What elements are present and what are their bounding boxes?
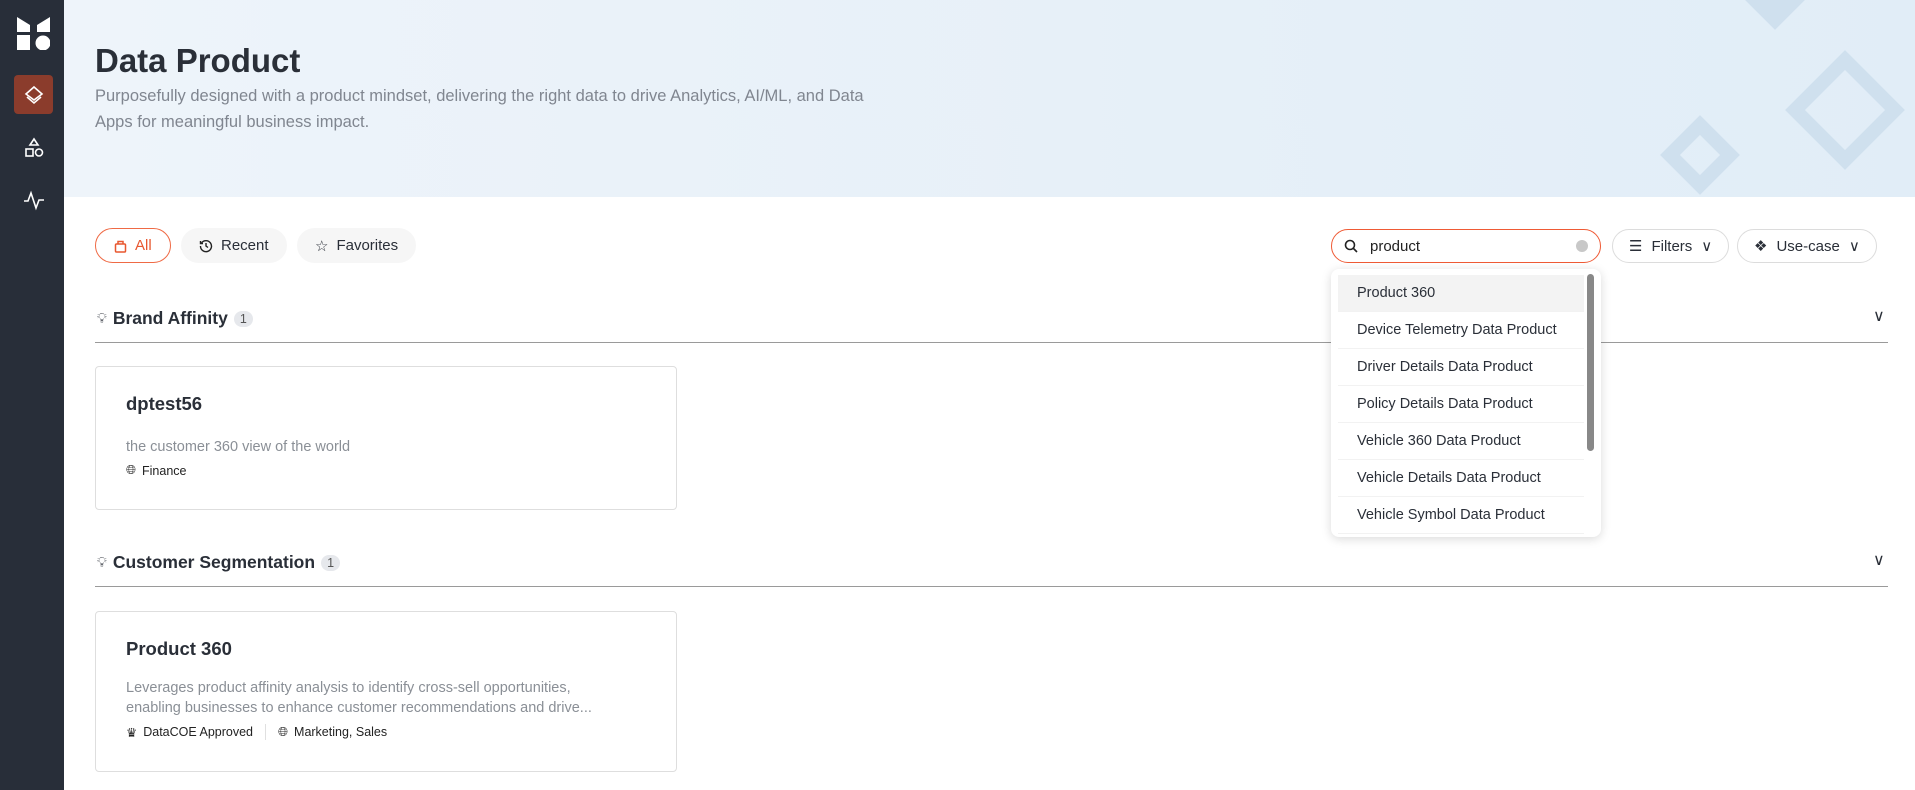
card-description: the customer 360 view of the world [126,439,351,455]
dropdown-scrollbar[interactable] [1587,274,1594,451]
use-case-button[interactable]: ❖ Use-case ∨ [1737,229,1877,263]
sidebar-item-data-products[interactable] [14,75,53,114]
tab-recent[interactable]: Recent [181,228,287,263]
page-header: Data Product Purposefully designed with … [64,0,1915,197]
tab-favorites[interactable]: ☆ Favorites [297,228,417,263]
search-suggestions-dropdown: Product 360 Device Telemetry Data Produc… [1331,269,1601,537]
page-title: Data Product [95,42,301,79]
chevron-down-icon: ∨ [1848,238,1860,255]
chevron-down-icon[interactable]: ∨ [1873,550,1885,570]
sidebar-item-activity[interactable] [14,180,53,219]
app-logo [17,17,50,50]
card-description: Leverages product affinity analysis to i… [126,680,592,716]
card-domain: Marketing, Sales [294,725,388,739]
search-icon [1344,239,1358,253]
tab-all[interactable]: All [95,228,171,263]
count-badge: 1 [233,310,253,327]
chevron-down-icon: ∨ [1701,238,1713,255]
lightbulb-icon: 💡︎ [97,310,107,326]
bag-icon [114,240,127,253]
sidebar [0,0,64,790]
search-input[interactable] [1370,237,1570,255]
approval-badge: DataCOE Approved [143,725,254,739]
globe-icon: 🌐︎ [126,463,137,477]
count-badge: 1 [321,554,341,571]
lightbulb-icon: 💡︎ [97,554,107,570]
page-subtitle: Purposefully designed with a product min… [95,87,864,131]
suggestion-item[interactable]: Vehicle Symbol Data Product [1338,497,1584,534]
sidebar-item-shapes[interactable] [14,128,53,167]
history-icon [199,239,213,252]
card-title: dptest56 [126,393,203,414]
suggestion-item[interactable]: Driver Details Data Product [1338,349,1584,386]
crown-icon: ♛ [126,725,138,740]
card-title: Product 360 [126,638,232,659]
chevron-down-icon[interactable]: ∨ [1873,306,1885,326]
divider [95,342,1888,343]
shapes-icon [24,137,43,157]
card-domain: Finance [142,463,187,478]
clear-search-icon[interactable] [1576,240,1588,252]
suggestion-item[interactable]: Vehicle 360 Data Product [1338,423,1584,460]
filter-icon: ☰ [1629,238,1643,255]
suggestion-item[interactable]: Policy Details Data Product [1338,386,1584,423]
star-icon: ☆ [315,237,329,255]
activity-icon [23,190,44,210]
globe-icon: 🌐︎ [278,724,289,739]
suggestion-item[interactable]: Device Telemetry Data Product [1338,312,1584,349]
section-header[interactable]: 💡︎ Customer Segmentation 1 [97,552,341,573]
layers-icon [24,85,43,104]
data-product-card[interactable]: dptest56 the customer 360 view of the wo… [95,366,677,510]
suggestion-item[interactable]: Product 360 [1338,275,1584,312]
divider [95,586,1888,587]
section-header[interactable]: 💡︎ Brand Affinity 1 [97,308,253,329]
search-box[interactable] [1331,229,1601,263]
suggestion-item[interactable]: Vehicle Details Data Product [1338,460,1584,497]
decorative-pattern [1660,0,1905,195]
use-case-icon: ❖ [1754,238,1768,255]
data-product-card[interactable]: Product 360 Leverages product affinity a… [95,611,677,772]
filters-button[interactable]: ☰ Filters ∨ [1612,229,1730,263]
